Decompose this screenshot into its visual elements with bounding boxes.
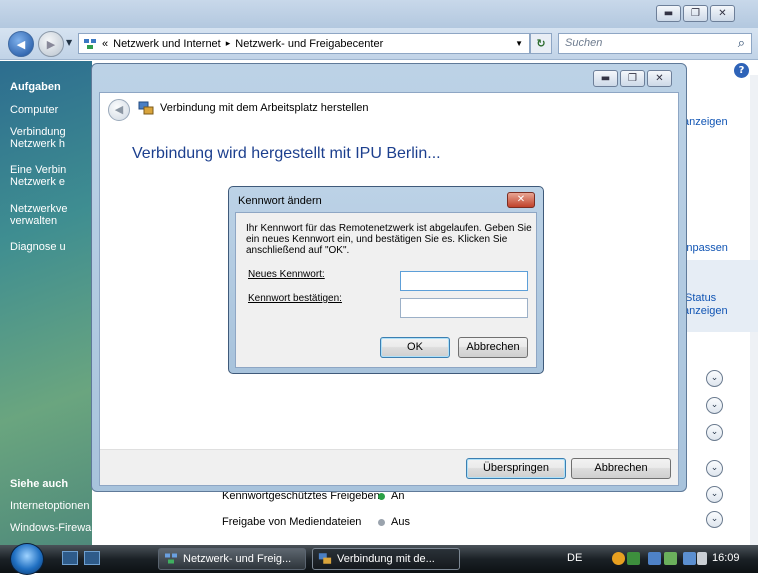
wizard-footer: Überspringen Abbrechen (100, 449, 678, 485)
setting-media-sharing-value: Aus (378, 516, 410, 528)
breadcrumb-overflow[interactable]: « (102, 38, 108, 50)
task-new-connection-line2[interactable]: Netzwerk e (10, 176, 92, 188)
link-view[interactable]: anzeigen (683, 116, 728, 128)
close-button[interactable]: ✕ (710, 5, 735, 22)
network-tray-icon[interactable] (648, 552, 661, 565)
back-button[interactable]: ◀ (8, 31, 34, 57)
task-connection-line1[interactable]: Verbindung (10, 126, 92, 138)
address-dropdown-icon[interactable]: ▼ (515, 39, 523, 48)
task-manage-line1[interactable]: Netzwerkve (10, 203, 92, 215)
minimize-button[interactable]: ▬ (656, 5, 681, 22)
wizard-back-button[interactable]: ◀ (108, 99, 130, 121)
confirm-password-field[interactable] (400, 298, 528, 318)
wizard-cancel-button[interactable]: Abbrechen (571, 458, 671, 479)
wizard-title: Verbindung mit dem Arbeitsplatz herstell… (160, 102, 369, 114)
arrow-right-icon: ▶ (46, 37, 56, 51)
dialog-title: Kennwort ändern (238, 195, 322, 207)
tasks-header: Aufgaben (10, 81, 61, 93)
dialog-body: Ihr Kennwort für das Remotenetzwerk ist … (235, 212, 537, 368)
search-placeholder: Suchen (565, 37, 603, 49)
new-password-label-text: Neues Kennwort: (248, 269, 325, 280)
taskbar-item-connect-wizard[interactable]: Verbindung mit de... (312, 548, 460, 570)
arrow-left-icon: ◀ (114, 103, 124, 116)
window-caption-buttons: ▬ ❐ ✕ (656, 5, 735, 22)
refresh-button[interactable]: ↻ (530, 33, 552, 54)
wizard-heading: Verbindung wird hergestellt mit IPU Berl… (132, 145, 441, 162)
security-alert-icon[interactable] (612, 552, 625, 565)
wizard-minimize-button[interactable]: ▬ (593, 70, 618, 87)
see-also-header: Siehe auch (10, 478, 69, 490)
refresh-icon: ↻ (536, 37, 546, 50)
address-row: ◀ ▶ ▼ « Netzwerk und Internet ▸ Netzwerk… (0, 28, 758, 60)
setting-media-sharing: Freigabe von Mediendateien (222, 516, 362, 528)
dialog-close-button[interactable]: ✕ (507, 192, 535, 208)
expand-chevron-icon[interactable]: ⌄ (706, 370, 723, 387)
link-internet-options[interactable]: Internetoptionen (10, 500, 92, 512)
new-password-field[interactable] (400, 271, 528, 291)
language-indicator[interactable]: DE (567, 552, 582, 564)
dialog-message: Ihr Kennwort für das Remotenetzwerk ist … (246, 223, 532, 256)
taskbar-item-label: Netzwerk- und Freig... (183, 553, 292, 565)
new-password-label: Neues Kennwort: (248, 269, 325, 280)
link-view-status[interactable]: anzeigen (683, 305, 728, 317)
task-computer[interactable]: Computer (10, 104, 92, 116)
arrow-left-icon: ◀ (16, 37, 26, 51)
confirm-password-label: Kennwort bestätigen: (248, 293, 342, 304)
network-status-icon[interactable] (683, 552, 696, 565)
start-button[interactable] (10, 543, 44, 575)
link-status[interactable]: Status (685, 292, 716, 304)
network-icon (165, 553, 177, 564)
close-icon: ✕ (516, 194, 526, 205)
breadcrumb-item-sharing-center[interactable]: Netzwerk- und Freigabecenter (235, 38, 383, 50)
network-icon (84, 38, 96, 49)
update-icon[interactable] (627, 552, 640, 565)
ok-button[interactable]: OK (380, 337, 450, 358)
volume-icon[interactable] (697, 552, 707, 565)
maximize-button[interactable]: ❐ (683, 5, 708, 22)
wizard-maximize-button[interactable]: ❐ (620, 70, 645, 87)
workplace-connection-icon (318, 553, 332, 564)
address-bar[interactable]: « Netzwerk und Internet ▸ Netzwerk- und … (78, 33, 530, 54)
expand-chevron-icon[interactable]: ⌄ (706, 397, 723, 414)
task-new-connection-line1[interactable]: Eine Verbin (10, 164, 92, 176)
taskbar: Netzwerk- und Freig... Verbindung mit de… (0, 543, 758, 575)
forward-button[interactable]: ▶ (38, 31, 64, 57)
workplace-connection-icon (138, 101, 154, 115)
switch-windows-icon[interactable] (84, 551, 100, 565)
skip-button[interactable]: Überspringen (466, 458, 566, 479)
setting-value-off: Aus (391, 516, 410, 528)
window-titlebar: ▬ ❐ ✕ (0, 0, 758, 28)
dialog-cancel-button[interactable]: Abbrechen (458, 337, 528, 358)
search-icon[interactable]: ⌕ (738, 35, 745, 51)
confirm-password-label-text: Kennwort bestätigen: (248, 293, 342, 304)
task-pane: Aufgaben Computer Verbindung Netzwerk h … (0, 61, 92, 545)
help-icon[interactable]: ? (734, 63, 749, 78)
task-manage-line2[interactable]: verwalten (10, 215, 92, 227)
status-on-icon (378, 492, 385, 500)
wizard-close-button[interactable]: ✕ (647, 70, 672, 87)
task-diagnose[interactable]: Diagnose u (10, 241, 92, 253)
expand-chevron-icon[interactable]: ⌄ (706, 460, 723, 477)
connection-tray-icon[interactable] (664, 552, 677, 565)
show-desktop-icon[interactable] (62, 551, 78, 565)
expand-chevron-icon[interactable]: ⌄ (706, 424, 723, 441)
wizard-caption-buttons: ▬ ❐ ✕ (593, 70, 672, 87)
expand-chevron-icon[interactable]: ⌄ (706, 511, 723, 528)
link-windows-firewall[interactable]: Windows-Firewall (10, 522, 92, 534)
expand-chevron-icon[interactable]: ⌄ (706, 486, 723, 503)
taskbar-item-network-center[interactable]: Netzwerk- und Freig... (158, 548, 306, 570)
status-off-icon (378, 518, 385, 526)
clock[interactable]: 16:09 (712, 552, 740, 564)
taskbar-item-label: Verbindung mit de... (337, 553, 435, 565)
breadcrumb-item-network-internet[interactable]: Netzwerk und Internet (113, 38, 221, 50)
search-input[interactable]: Suchen ⌕ (558, 33, 752, 54)
breadcrumb-separator[interactable]: ▸ (226, 38, 231, 49)
change-password-dialog: Kennwort ändern ✕ Ihr Kennwort für das R… (228, 186, 544, 374)
history-dropdown-icon[interactable]: ▼ (66, 38, 72, 47)
task-connection-line2[interactable]: Netzwerk h (10, 138, 92, 150)
